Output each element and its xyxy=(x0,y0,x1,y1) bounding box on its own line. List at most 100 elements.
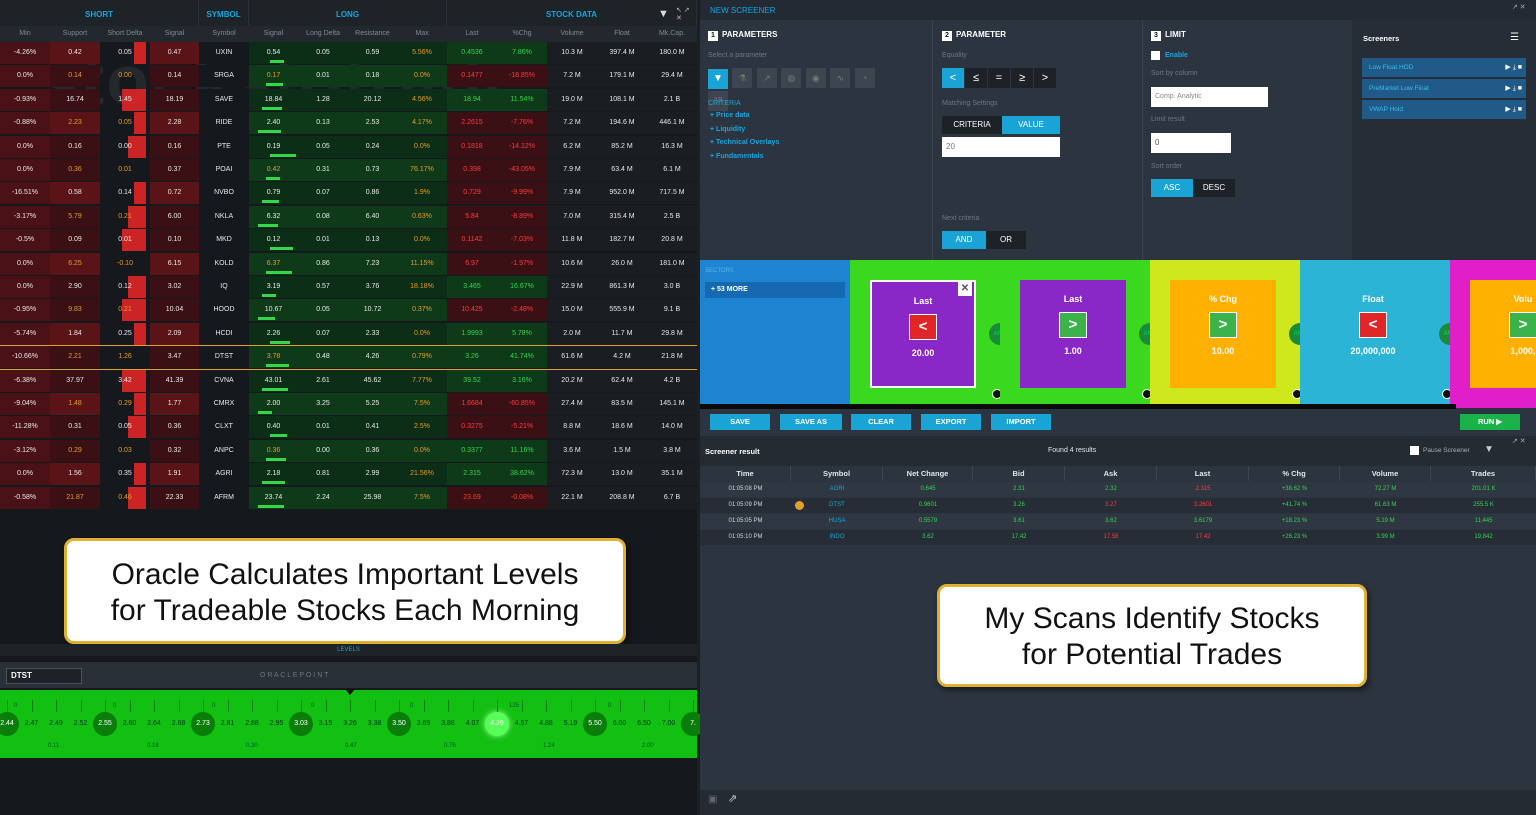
operator-button[interactable]: ≤ xyxy=(965,68,987,88)
oracle-title: O R A C L E P O I N T xyxy=(260,672,329,679)
window-controls-icon[interactable]: ↗ ✕ xyxy=(1512,437,1526,445)
clear-button[interactable]: CLEAR xyxy=(851,414,911,430)
criteria-item[interactable]: + Fundamentals xyxy=(710,153,779,167)
criteria-item[interactable]: + Liquidity xyxy=(710,126,779,140)
window-controls-icon[interactable]: ↗ ✕ xyxy=(1512,3,1526,11)
screener-actions-icon[interactable]: ▶ ⤓ ■ xyxy=(1505,100,1522,119)
chart-icon[interactable]: ∿ xyxy=(830,68,851,88)
and-button[interactable]: AND xyxy=(942,231,986,249)
table-cell: 0.0% xyxy=(0,276,50,298)
oracle-top-value: 0 xyxy=(608,703,612,709)
oracle-tick xyxy=(325,700,327,712)
table-cell: NVBO xyxy=(199,182,249,205)
condition-card[interactable]: % Chg >10.00 xyxy=(1170,280,1276,388)
gauge-icon[interactable]: ◔ xyxy=(854,68,875,88)
condition-card[interactable]: Last >1.00 xyxy=(1020,280,1126,388)
condition-operator[interactable]: > xyxy=(1209,312,1237,338)
condition-operator[interactable]: > xyxy=(1509,312,1536,338)
pause-checkbox[interactable] xyxy=(1410,446,1419,455)
condition-value: 20.00 xyxy=(911,348,935,358)
screener-item[interactable]: VWAP Hold ▶ ⤓ ■ xyxy=(1362,100,1526,119)
criteria-item[interactable]: + Price data xyxy=(710,112,779,126)
table-cell: 0.01 xyxy=(298,416,348,439)
oracle-bottom-value: 1.24 xyxy=(543,743,555,749)
eye-icon[interactable]: ◉ xyxy=(805,68,826,88)
table-cell: 20.12 xyxy=(348,88,397,111)
filter-icon[interactable]: ▼ xyxy=(658,8,669,20)
table-cell: 6.2 M xyxy=(547,135,597,158)
table-cell: -7.03% xyxy=(497,229,547,252)
criteria-button[interactable]: CRITERIA xyxy=(942,116,1002,134)
result-column-header[interactable]: Time xyxy=(700,466,791,481)
condition-operator[interactable]: < xyxy=(1359,312,1387,338)
table-cell: 315.4 M xyxy=(597,205,647,228)
close-icon[interactable]: ✕ xyxy=(958,282,972,296)
long-signal-bar xyxy=(258,223,278,227)
save-as-button[interactable]: SAVE AS xyxy=(780,414,842,430)
desc-button[interactable]: DESC xyxy=(1193,179,1235,197)
value-input[interactable]: 20 xyxy=(942,137,1060,157)
result-column-header[interactable]: Trades xyxy=(1431,466,1536,481)
table-cell: 4.2 M xyxy=(597,346,647,369)
filter-icon[interactable]: ▼ xyxy=(1484,444,1494,455)
result-column-header[interactable]: % Chg xyxy=(1249,466,1340,481)
table-cell: 0.05 xyxy=(118,423,132,431)
condition-value: 1.00 xyxy=(1064,346,1082,356)
value-button[interactable]: VALUE xyxy=(1002,116,1060,134)
result-column-header[interactable]: Net Change xyxy=(883,466,973,481)
criteria-item[interactable]: + Technical Overlays xyxy=(710,139,779,153)
condition-card[interactable]: Last <20.00 ✕ xyxy=(870,280,976,388)
limit-input[interactable]: 0 xyxy=(1151,133,1231,153)
table-cell: 2.24 xyxy=(298,486,348,509)
result-column-header[interactable]: Symbol xyxy=(791,466,883,481)
operator-button[interactable]: = xyxy=(988,68,1010,88)
condition-operator[interactable]: > xyxy=(1059,312,1087,338)
trend-icon[interactable]: ↗ xyxy=(756,68,777,88)
export-button[interactable]: EXPORT xyxy=(921,414,981,430)
result-cell: 19,842 xyxy=(1474,534,1493,540)
criteria-label: Technical Overlays xyxy=(716,139,780,146)
result-cell: 3.6179 xyxy=(1193,518,1213,524)
screener-item[interactable]: PreMarket Low Float ▶ ⤓ ■ xyxy=(1362,79,1526,98)
oracle-tick xyxy=(203,700,204,712)
screener-actions-icon[interactable]: ▶ ⤓ ■ xyxy=(1505,79,1522,98)
or-button[interactable]: OR xyxy=(986,231,1026,249)
operator-button[interactable]: > xyxy=(1034,68,1056,88)
screener-item[interactable]: Low Float HOD ▶ ⤓ ■ xyxy=(1362,58,1526,77)
condition-card[interactable]: Volu >1,000, xyxy=(1470,280,1536,388)
condition-operator[interactable]: < xyxy=(909,314,937,340)
export-icon[interactable]: ⇗ xyxy=(728,792,737,805)
table-cell: 0.46 xyxy=(118,493,132,501)
flask-icon[interactable]: ⚗ xyxy=(732,68,753,88)
run-button[interactable]: RUN ▶ xyxy=(1460,414,1520,430)
save-button[interactable]: SAVE xyxy=(710,414,770,430)
table-cell: 0.07 xyxy=(298,322,348,345)
condition-card[interactable]: Float <20,000,000 xyxy=(1320,280,1426,388)
oracle-tick xyxy=(105,700,106,712)
globe-icon[interactable]: ◍ xyxy=(781,68,802,88)
window-controls-icon[interactable]: ↖ ↗ ✕ xyxy=(676,6,697,22)
oracle-pointer-icon xyxy=(345,689,355,695)
result-column-header[interactable]: Last xyxy=(1157,466,1249,481)
screener-actions-icon[interactable]: ▶ ⤓ ■ xyxy=(1505,58,1522,77)
column-header: Support xyxy=(50,26,100,42)
long-signal-bar xyxy=(262,481,285,485)
result-column-header[interactable]: Volume xyxy=(1340,466,1431,481)
more-sectors-button[interactable]: + 53 MORE xyxy=(705,282,845,298)
filter-icon[interactable]: ▼ xyxy=(708,69,728,89)
import-button[interactable]: IMPORT xyxy=(991,414,1051,430)
save-icon[interactable]: ▣ xyxy=(708,794,717,805)
table-cell: 7.9 M xyxy=(547,159,597,181)
result-column-header[interactable]: Ask xyxy=(1065,466,1157,481)
result-column-header[interactable]: Bid xyxy=(973,466,1065,481)
sort-column-select[interactable]: Comp. Analytic xyxy=(1151,87,1268,107)
operator-button[interactable]: < xyxy=(942,68,964,88)
sort-icon[interactable]: ☰ xyxy=(1510,32,1519,43)
asc-button[interactable]: ASC xyxy=(1151,179,1193,197)
table-cell: 6.00 xyxy=(150,205,199,228)
result-title: Screener result xyxy=(705,447,760,456)
operator-button[interactable]: ≥ xyxy=(1011,68,1033,88)
oracle-symbol-input[interactable]: DTST xyxy=(6,668,82,684)
enable-checkbox[interactable] xyxy=(1151,51,1160,60)
result-cell: 3.99 M xyxy=(1376,534,1395,540)
